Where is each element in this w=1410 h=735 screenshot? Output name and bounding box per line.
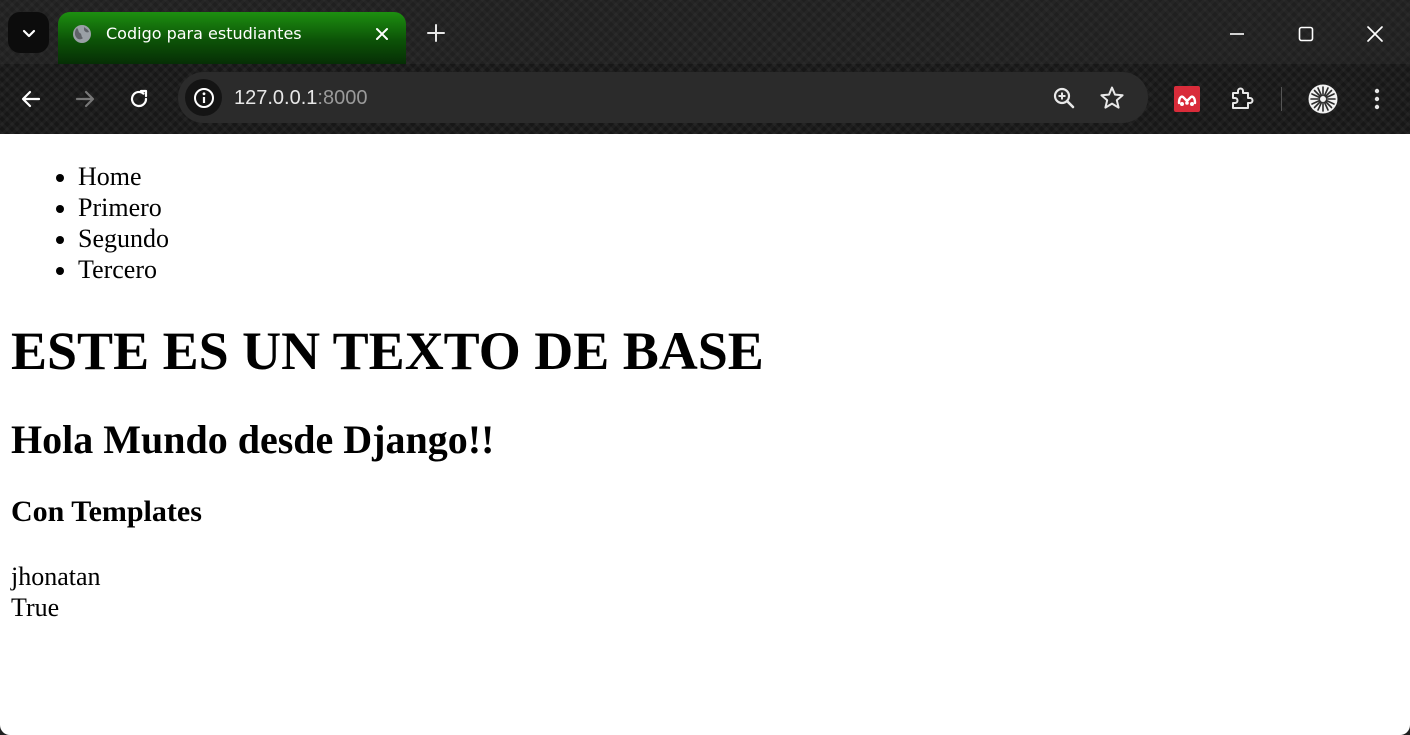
arrow-left-icon: [20, 88, 42, 110]
minimize-button[interactable]: [1217, 14, 1257, 54]
site-info-button[interactable]: [185, 79, 222, 116]
minimize-icon: [1229, 26, 1245, 42]
nav-item-tercero: Tercero: [78, 254, 169, 285]
url-text[interactable]: 127.0.0.1:8000: [234, 86, 367, 110]
plus-icon: [426, 23, 446, 43]
zoom-button[interactable]: [1050, 84, 1078, 112]
star-icon: [1099, 85, 1125, 111]
tab-active[interactable]: Codigo para estudiantes: [58, 12, 406, 64]
menu-button[interactable]: [1361, 83, 1393, 115]
username-text: jhonatan: [11, 562, 101, 591]
address-bar[interactable]: 127.0.0.1:8000: [178, 72, 1148, 123]
puzzle-icon: [1229, 86, 1255, 112]
page-heading: ESTE ES UN TEXTO DE BASE: [11, 321, 764, 381]
subheading: Con Templates: [11, 495, 202, 528]
profile-button[interactable]: [1307, 83, 1339, 115]
page-viewport: Home Primero Segundo Tercero ESTE ES UN …: [0, 134, 1410, 735]
boolean-text: True: [11, 593, 60, 622]
toolbar-divider: [1281, 87, 1282, 111]
bookmark-button[interactable]: [1098, 84, 1126, 112]
mendeley-icon: [1174, 86, 1200, 112]
extensions-button[interactable]: [1226, 83, 1258, 115]
nav-item-primero: Primero: [78, 192, 169, 223]
globe-icon: [72, 24, 92, 44]
url-host: 127.0.0.1: [234, 87, 318, 109]
extension-mendeley-button[interactable]: [1171, 83, 1203, 115]
nav-item-home: Home: [78, 161, 169, 192]
nav-list: Home Primero Segundo Tercero: [78, 161, 169, 285]
close-window-button[interactable]: [1355, 14, 1395, 54]
info-icon: [193, 87, 215, 109]
more-vertical-icon: [1373, 87, 1381, 111]
close-icon[interactable]: [372, 24, 392, 44]
maximize-button[interactable]: [1286, 14, 1326, 54]
browser-toolbar: 127.0.0.1:8000: [0, 64, 1410, 134]
reload-icon: [128, 88, 150, 110]
maximize-icon: [1298, 26, 1314, 42]
new-tab-button[interactable]: [423, 20, 449, 46]
close-icon: [1366, 25, 1384, 43]
avatar: [1308, 84, 1338, 114]
tab-strip: Codigo para estudiantes: [0, 0, 1410, 64]
tab-title: Codigo para estudiantes: [106, 24, 302, 43]
nav-item-segundo: Segundo: [78, 223, 169, 254]
chevron-down-icon: [21, 25, 37, 41]
tab-search-button[interactable]: [8, 12, 49, 53]
url-port: :8000: [317, 87, 368, 109]
back-button[interactable]: [13, 81, 49, 117]
zoom-icon: [1052, 86, 1076, 110]
forward-button[interactable]: [67, 81, 103, 117]
reload-button[interactable]: [121, 81, 157, 117]
arrow-right-icon: [74, 88, 96, 110]
greeting-heading: Hola Mundo desde Django!!: [11, 417, 495, 462]
